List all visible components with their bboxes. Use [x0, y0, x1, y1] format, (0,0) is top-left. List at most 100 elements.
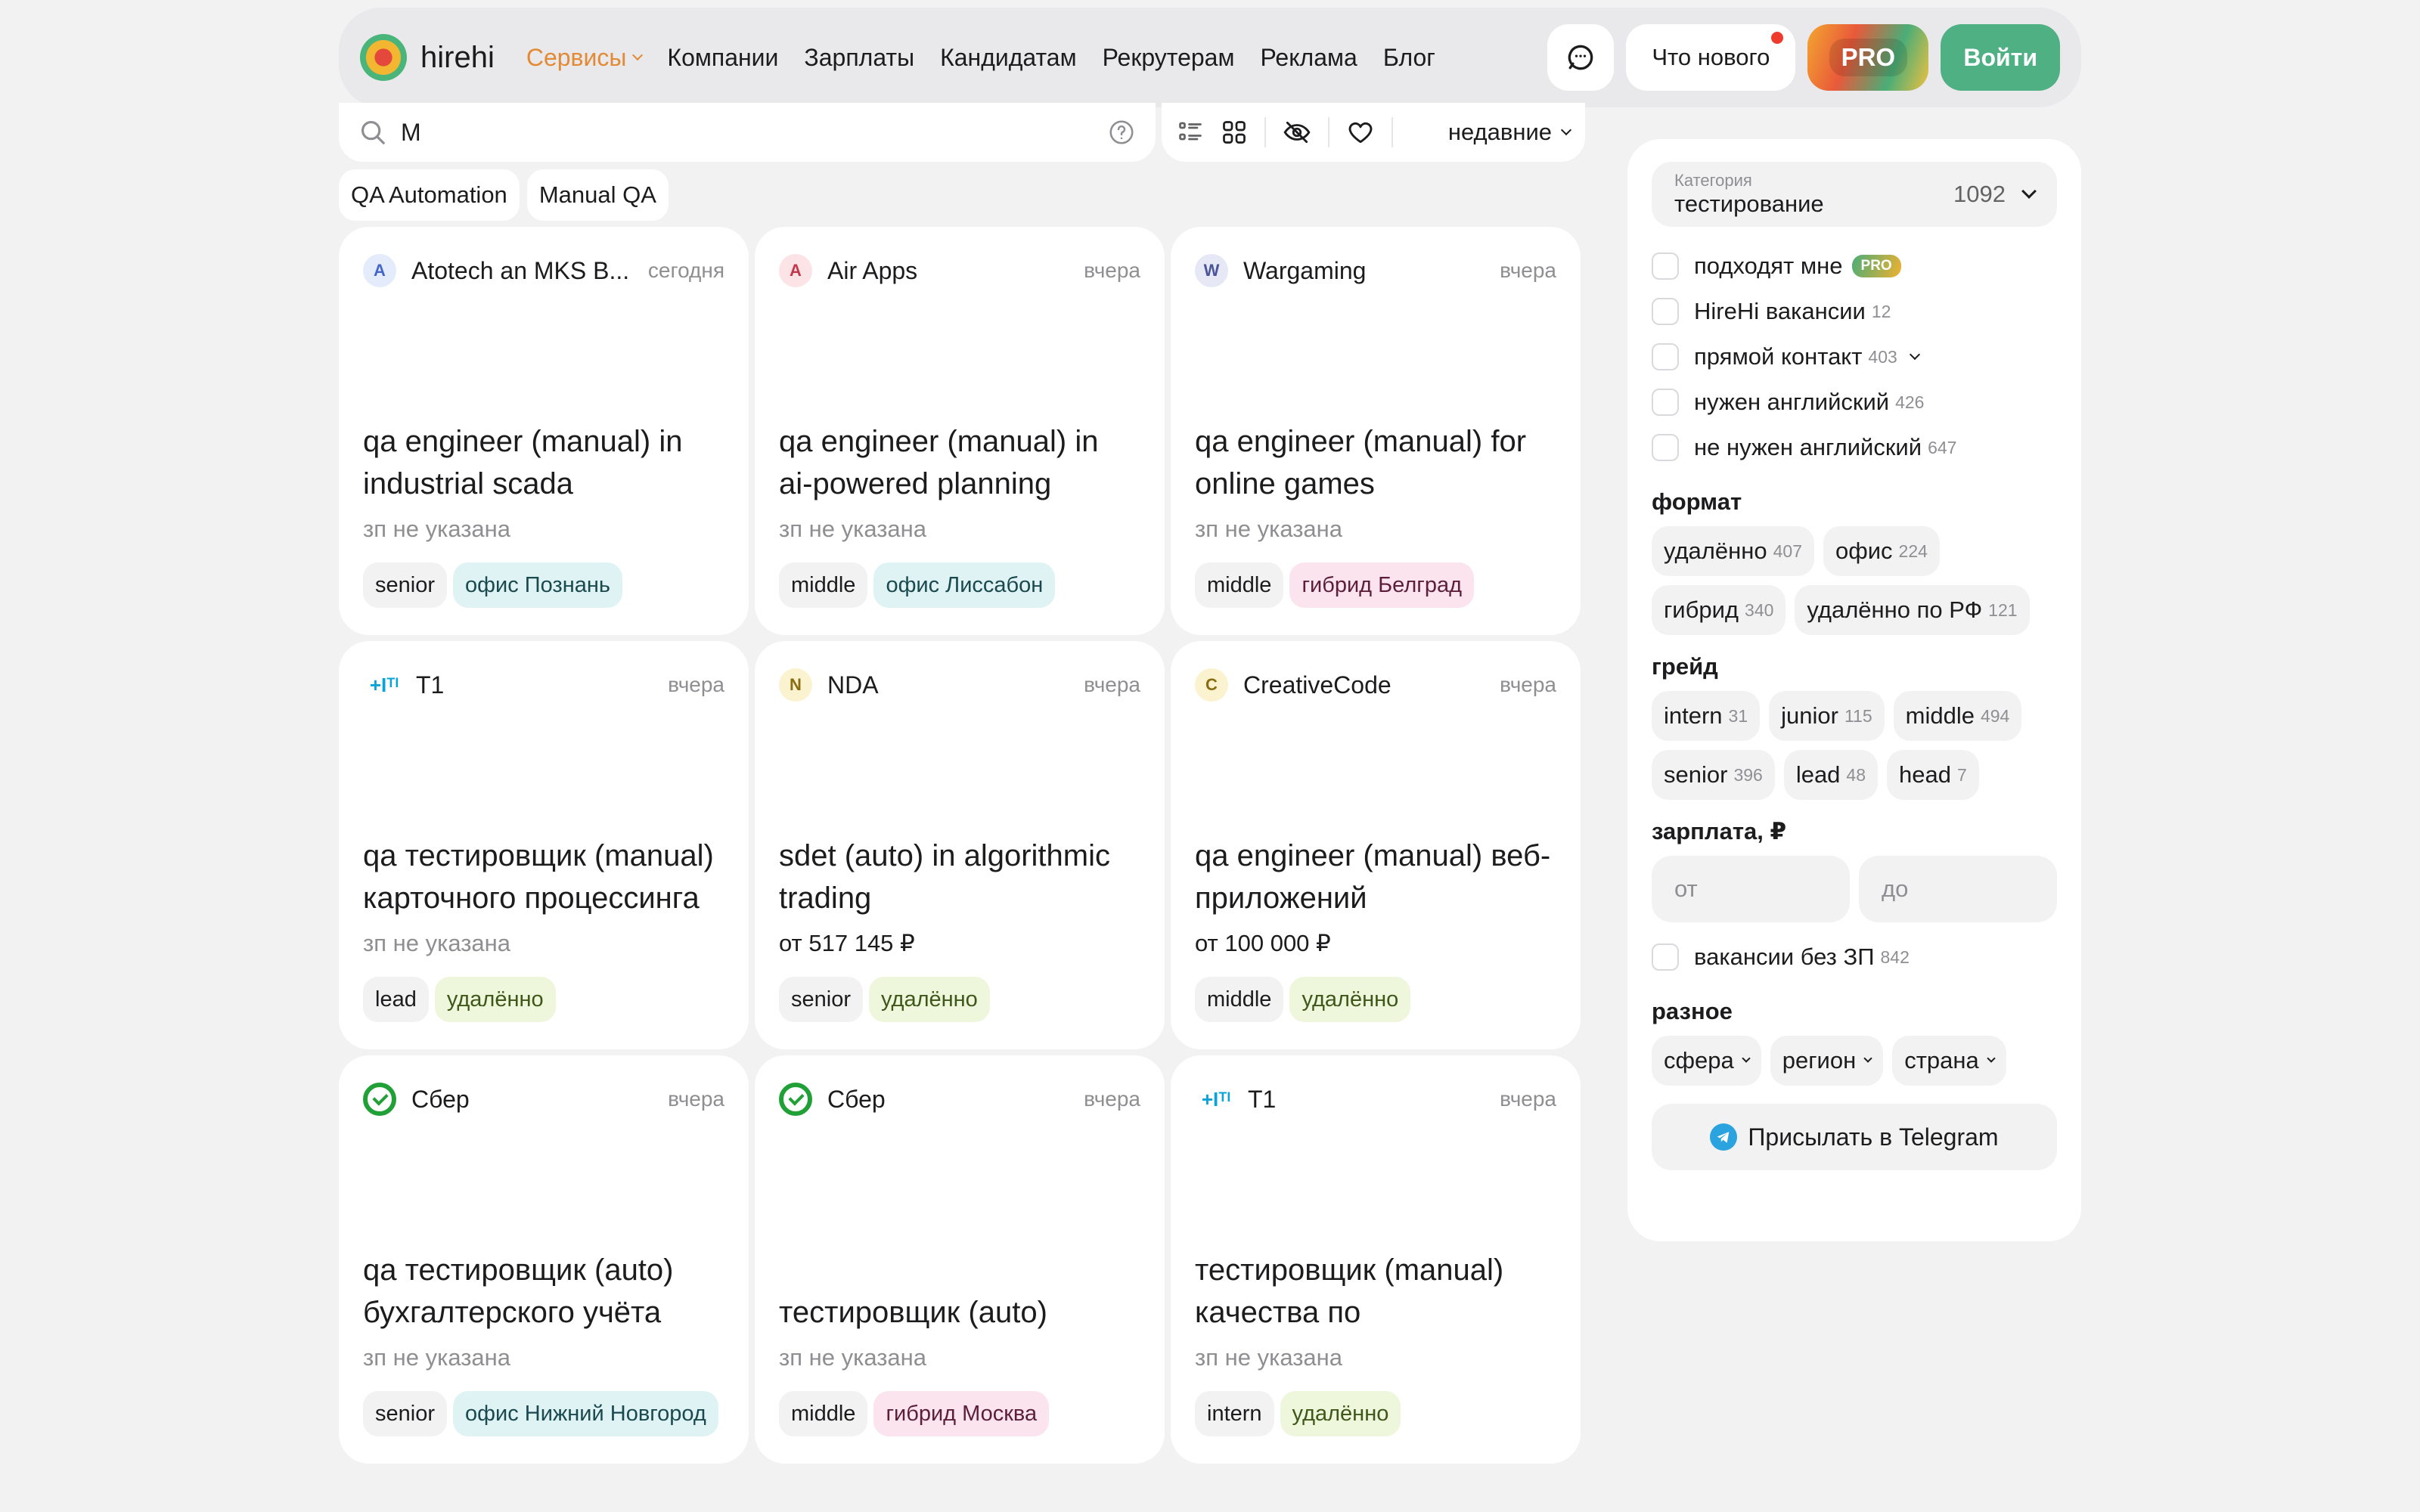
vacancy-tags: senior офис Познань	[363, 562, 622, 608]
company-name[interactable]: Atotech an MKS B...	[411, 257, 629, 285]
checkbox[interactable]	[1652, 389, 1679, 416]
filter-checkboxes: подходят мне PRO HireHi вакансии 12 прям…	[1652, 243, 2057, 470]
help-icon[interactable]	[1107, 118, 1136, 147]
company-name[interactable]: T1	[416, 671, 444, 699]
company-logo-icon: W	[1195, 254, 1228, 287]
category-select[interactable]: Категория тестирование 1092	[1652, 162, 2057, 227]
vacancy-title[interactable]: qa engineer (manual) in ai-powered plann…	[779, 420, 1140, 505]
vacancy-card[interactable]: N NDA вчера sdet (auto) in algorithmic t…	[755, 641, 1165, 1049]
checkbox[interactable]	[1652, 253, 1679, 280]
filter-english-needed[interactable]: нужен английский 426	[1652, 380, 2057, 425]
vacancy-card[interactable]: W Wargaming вчера qa engineer (manual) f…	[1171, 227, 1581, 635]
location-tag: офис Нижний Новгород	[453, 1391, 718, 1436]
vacancy-card[interactable]: Сбер вчера qa тестировщик (auto) бухгалт…	[339, 1055, 749, 1464]
search-input[interactable]	[401, 118, 1107, 147]
quick-tag-manual-qa[interactable]: Manual QA	[526, 169, 669, 221]
nav-ads[interactable]: Реклама	[1260, 44, 1357, 72]
chevron-down-icon	[1863, 1054, 1872, 1063]
nav-companies[interactable]: Компании	[667, 44, 778, 72]
salary-to-input[interactable]	[1859, 856, 2057, 922]
posted-date: вчера	[1500, 673, 1556, 696]
vacancy-card[interactable]: +Iᵀᴵ T1 вчера тестировщик (manual) качес…	[1171, 1055, 1581, 1464]
vacancy-title[interactable]: qa engineer (manual) in industrial scada	[363, 420, 724, 505]
sphere-dropdown[interactable]: сфера	[1652, 1036, 1761, 1086]
chip-senior[interactable]: senior 396	[1652, 750, 1775, 800]
sort-dropdown[interactable]: недавние	[1448, 119, 1572, 146]
company-name[interactable]: Wargaming	[1243, 257, 1366, 285]
chip-intern[interactable]: intern 31	[1652, 691, 1761, 741]
chip-remote-rf[interactable]: удалённо по РФ 121	[1795, 585, 2030, 635]
quick-tag-qa-automation[interactable]: QA Automation	[339, 169, 520, 221]
chip-count: 407	[1773, 541, 1802, 561]
whats-new-button[interactable]: Что нового	[1626, 24, 1796, 91]
company-logo-icon: +Iᵀᴵ	[1201, 1087, 1231, 1111]
company-name[interactable]: T1	[1248, 1086, 1276, 1114]
company-name[interactable]: Air Apps	[827, 257, 917, 285]
vacancy-title-text: qa тестировщик (auto) бухгалтерского учё…	[363, 1253, 674, 1329]
nav-salaries[interactable]: Зарплаты	[804, 44, 914, 72]
chip-count: 7	[1956, 764, 1967, 785]
chip-hybrid[interactable]: гибрид 340	[1652, 585, 1786, 635]
grade-tag: middle	[1195, 562, 1284, 608]
vacancy-title[interactable]: qa тестировщик (auto) бухгалтерского учё…	[363, 1249, 724, 1334]
filter-english-not-needed[interactable]: не нужен английский 647	[1652, 425, 2057, 470]
company-name[interactable]: NDA	[827, 671, 879, 699]
filter-direct-contact[interactable]: прямой контакт 403	[1652, 334, 2057, 380]
vacancy-title[interactable]: тестировщик (auto)	[779, 1249, 1140, 1334]
filter-label: не нужен английский	[1694, 434, 1922, 460]
vacancy-title[interactable]: qa тестировщик (manual) карточного проце…	[363, 835, 724, 919]
filter-no-salary[interactable]: вакансии без ЗП 842	[1652, 934, 2057, 980]
list-view-icon[interactable]	[1177, 119, 1204, 146]
chip-count: 48	[1846, 764, 1866, 785]
nav-recruiters[interactable]: Рекрутерам	[1103, 44, 1235, 72]
region-dropdown[interactable]: регион	[1770, 1036, 1884, 1086]
company-name[interactable]: Сбер	[411, 1086, 470, 1114]
chip-middle[interactable]: middle 494	[1893, 691, 2022, 741]
card-header: C CreativeCode вчера	[1195, 664, 1556, 706]
nav-blog[interactable]: Блог	[1383, 44, 1435, 72]
chip-label: intern	[1664, 702, 1723, 729]
chevron-down-icon	[1742, 1054, 1751, 1063]
hidden-eye-icon[interactable]	[1283, 118, 1311, 147]
vacancy-card[interactable]: A Atotech an MKS B... сегодня qa enginee…	[339, 227, 749, 635]
heart-icon[interactable]	[1346, 118, 1375, 147]
vacancy-card[interactable]: +Iᵀᴵ T1 вчера qa тестировщик (manual) ка…	[339, 641, 749, 1049]
checkbox[interactable]	[1652, 943, 1679, 971]
nav-candidates[interactable]: Кандидатам	[940, 44, 1077, 72]
chat-button[interactable]	[1547, 24, 1615, 91]
salary-from-input[interactable]	[1652, 856, 1850, 922]
country-dropdown[interactable]: страна	[1892, 1036, 2006, 1086]
vacancy-title[interactable]: qa engineer (manual) веб-приложений	[1195, 835, 1556, 919]
grid-view-icon[interactable]	[1221, 119, 1248, 146]
filter-fits-me[interactable]: подходят мне PRO	[1652, 243, 2057, 289]
chip-remote[interactable]: удалённо 407	[1652, 526, 1814, 576]
vacancy-title[interactable]: qa engineer (manual) for online games	[1195, 420, 1556, 505]
grade-chips: intern 31 junior 115 middle 494 senior 396 l…	[1652, 691, 2057, 800]
company-name[interactable]: Сбер	[827, 1086, 886, 1114]
vacancy-title[interactable]: sdet (auto) in algorithmic trading	[779, 835, 1140, 919]
vacancy-card[interactable]: A Air Apps вчера qa engineer (manual) in…	[755, 227, 1165, 635]
chip-count: 494	[1980, 705, 2010, 726]
misc-title: разное	[1652, 998, 1733, 1024]
login-button[interactable]: Войти	[1941, 24, 2060, 91]
company-name[interactable]: CreativeCode	[1243, 671, 1392, 699]
filter-hirehi[interactable]: HireHi вакансии 12	[1652, 289, 2057, 334]
chip-head[interactable]: head 7	[1887, 750, 1979, 800]
chip-lead[interactable]: lead 48	[1783, 750, 1879, 800]
vacancy-card[interactable]: Сбер вчера тестировщик (auto) зп не указ…	[755, 1055, 1165, 1464]
vacancy-card[interactable]: C CreativeCode вчера qa engineer (manual…	[1171, 641, 1581, 1049]
chevron-down-icon	[1987, 1054, 1996, 1063]
chevron-down-icon	[632, 49, 644, 61]
checkbox[interactable]	[1652, 298, 1679, 325]
logo[interactable]: hirehi	[360, 34, 495, 81]
nav-services[interactable]: Сервисы	[526, 44, 644, 72]
vacancy-title[interactable]: тестировщик (manual) качества по	[1195, 1249, 1556, 1334]
chevron-down-icon[interactable]	[1909, 349, 1920, 361]
checkbox[interactable]	[1652, 343, 1679, 370]
telegram-button[interactable]: Присылать в Telegram	[1652, 1104, 2057, 1170]
checkbox[interactable]	[1652, 434, 1679, 461]
chip-office[interactable]: офис 224	[1823, 526, 1940, 576]
chip-junior[interactable]: junior 115	[1769, 691, 1885, 741]
vacancy-title-text: sdet (auto) in algorithmic trading	[779, 839, 1110, 915]
pro-button[interactable]: PRO	[1807, 24, 1929, 91]
